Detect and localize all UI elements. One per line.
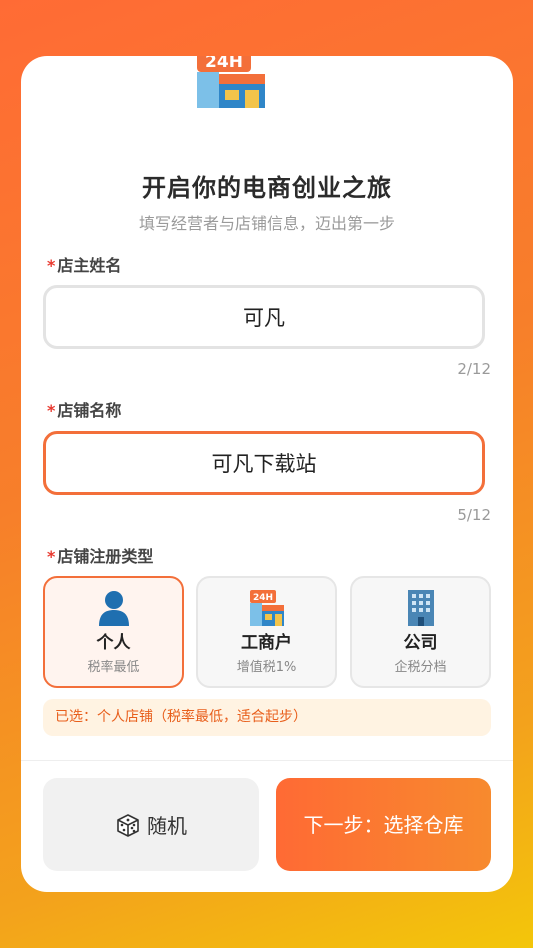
shop-name-input[interactable]: 可凡下载站: [43, 431, 485, 495]
selection-notice: 已选：个人店铺（税率最低，适合起步）: [43, 699, 491, 736]
shop-name-counter: 5/12: [457, 506, 491, 524]
required-mark: *: [47, 401, 56, 420]
shop-name-label-text: 店铺名称: [57, 401, 122, 420]
random-button-label: 随机: [147, 814, 187, 838]
reg-type-option-personal[interactable]: 个人 税率最低: [43, 576, 184, 688]
person-icon: [98, 591, 129, 626]
reg-type-option-business[interactable]: 24H 工商户 增值税1%: [196, 576, 337, 688]
office-building-icon: [407, 590, 434, 626]
reg-type-desc: 企税分档: [394, 660, 447, 675]
reg-type-name: 公司: [403, 633, 438, 653]
footer-divider: [21, 760, 513, 761]
reg-type-name: 工商户: [241, 633, 292, 653]
svg-text:24H: 24H: [252, 593, 272, 603]
owner-name-counter: 2/12: [457, 360, 491, 378]
next-step-button[interactable]: 下一步：选择仓库: [276, 778, 491, 871]
24h-store-icon: 24H: [197, 56, 265, 108]
owner-name-label: * 店主姓名: [47, 252, 121, 276]
reg-type-label: * 店铺注册类型: [47, 543, 153, 567]
24h-store-icon: 24H: [249, 590, 284, 626]
reg-type-name: 个人: [96, 633, 131, 653]
required-mark: *: [47, 547, 56, 566]
svg-text:24H: 24H: [205, 56, 243, 72]
owner-name-input[interactable]: 可凡: [43, 285, 485, 349]
shop-name-label: * 店铺名称: [47, 397, 121, 421]
owner-name-label-text: 店主姓名: [57, 256, 122, 275]
dice-icon: [117, 813, 139, 837]
owner-name-value: 可凡: [243, 306, 285, 330]
reg-type-desc: 税率最低: [87, 660, 140, 675]
required-mark: *: [47, 256, 56, 275]
random-button[interactable]: 随机: [43, 778, 259, 871]
reg-type-option-company[interactable]: 公司 企税分档: [350, 576, 491, 688]
reg-type-label-text: 店铺注册类型: [57, 547, 154, 566]
page-title: 开启你的电商创业之旅: [142, 174, 392, 202]
onboarding-card: 24H 开启你的电商创业之旅 填写经营者与店铺信息，迈出第一步 * 店主姓名 可凡…: [21, 56, 513, 892]
next-step-label: 下一步：选择仓库: [303, 812, 464, 837]
reg-type-desc: 增值税1%: [236, 660, 297, 675]
shop-name-value: 可凡下载站: [211, 452, 317, 476]
page-subtitle: 填写经营者与店铺信息，迈出第一步: [138, 214, 395, 233]
